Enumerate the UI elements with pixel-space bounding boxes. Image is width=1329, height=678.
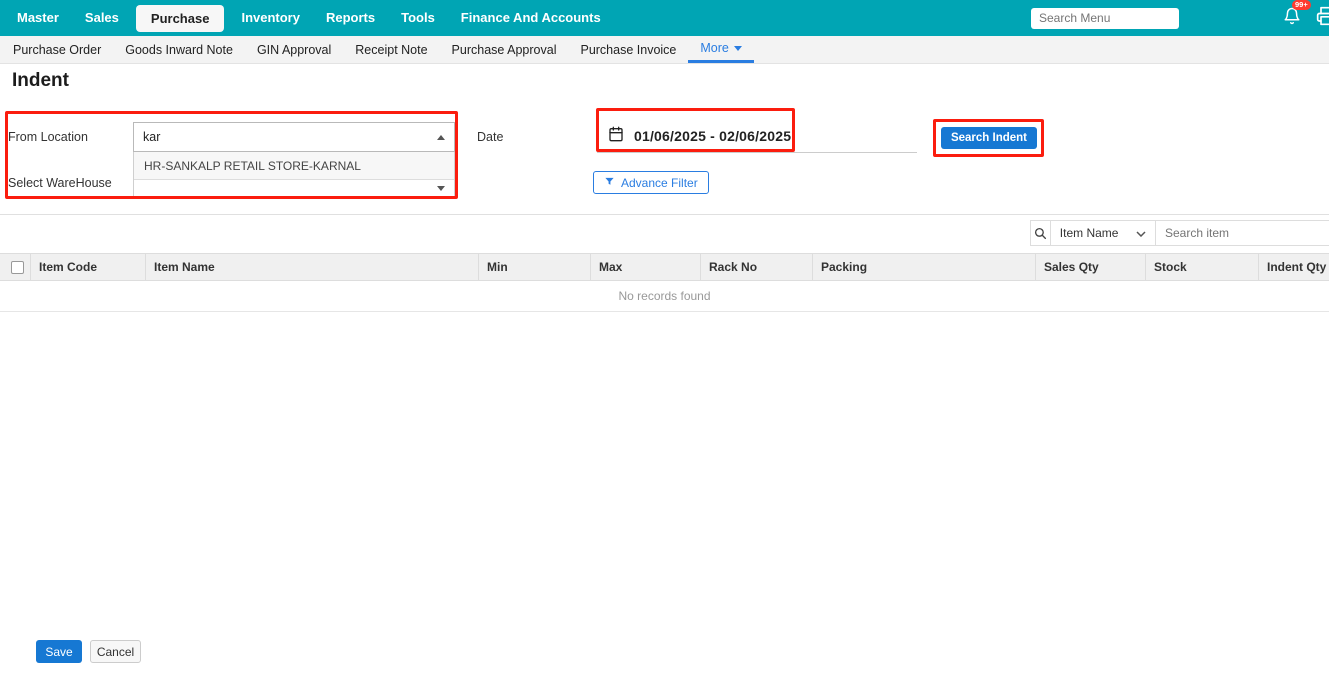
chevron-up-icon bbox=[437, 135, 445, 140]
save-button[interactable]: Save bbox=[36, 640, 82, 663]
subnav-receipt-note[interactable]: Receipt Note bbox=[343, 36, 439, 63]
app-screen: Master Sales Purchase Inventory Reports … bbox=[0, 0, 1329, 678]
notifications-button[interactable]: 99+ bbox=[1283, 6, 1301, 31]
purchase-subnav: Purchase Order Goods Inward Note GIN App… bbox=[0, 36, 1329, 64]
header-checkbox-cell bbox=[0, 254, 30, 280]
printer-button[interactable] bbox=[1315, 6, 1329, 31]
printer-icon bbox=[1315, 13, 1329, 30]
nav-sales[interactable]: Sales bbox=[72, 0, 132, 36]
chevron-down-icon bbox=[734, 46, 742, 51]
column-header-max: Max bbox=[590, 254, 700, 280]
top-navbar: Master Sales Purchase Inventory Reports … bbox=[0, 0, 1329, 36]
subnav-purchase-approval[interactable]: Purchase Approval bbox=[440, 36, 569, 63]
subnav-more-label: More bbox=[700, 41, 728, 55]
location-option-karnal[interactable]: HR-SANKALP RETAIL STORE-KARNAL bbox=[134, 152, 454, 180]
from-location-value: kar bbox=[143, 130, 160, 144]
search-field-value: Item Name bbox=[1060, 226, 1119, 240]
page-title: Indent bbox=[12, 70, 69, 92]
column-header-indent-qty: Indent Qty bbox=[1258, 254, 1329, 280]
table-search-toolbar: Item Name bbox=[1030, 220, 1329, 246]
date-range-value: 01/06/2025 - 02/06/2025 bbox=[634, 128, 791, 144]
advance-filter-button[interactable]: Advance Filter bbox=[593, 171, 709, 194]
empty-state-row: No records found bbox=[0, 281, 1329, 312]
column-header-min: Min bbox=[478, 254, 590, 280]
filter-icon bbox=[604, 176, 615, 190]
menu-search-input[interactable] bbox=[1031, 8, 1179, 29]
subnav-purchase-order[interactable]: Purchase Order bbox=[1, 36, 113, 63]
item-search-input[interactable] bbox=[1155, 221, 1329, 245]
nav-tools[interactable]: Tools bbox=[388, 0, 448, 36]
notification-count-badge: 99+ bbox=[1292, 0, 1311, 10]
chevron-down-icon bbox=[437, 186, 445, 191]
select-all-checkbox[interactable] bbox=[11, 261, 24, 274]
column-header-item-code: Item Code bbox=[30, 254, 145, 280]
nav-inventory[interactable]: Inventory bbox=[228, 0, 313, 36]
search-icon bbox=[1031, 221, 1050, 245]
subnav-purchase-invoice[interactable]: Purchase Invoice bbox=[568, 36, 688, 63]
nav-reports[interactable]: Reports bbox=[313, 0, 388, 36]
nav-master[interactable]: Master bbox=[4, 0, 72, 36]
column-header-item-name: Item Name bbox=[145, 254, 478, 280]
topnav-right: 99+ bbox=[1031, 6, 1329, 31]
from-location-input[interactable]: kar bbox=[133, 122, 455, 152]
search-indent-button[interactable]: Search Indent bbox=[941, 127, 1037, 149]
nav-purchase[interactable]: Purchase bbox=[136, 5, 225, 32]
from-location-dropdown: HR-SANKALP RETAIL STORE-KARNAL bbox=[133, 152, 455, 197]
column-header-sales-qty: Sales Qty bbox=[1035, 254, 1145, 280]
indent-items-table: Item Code Item Name Min Max Rack No Pack… bbox=[0, 253, 1329, 312]
search-field-dropdown[interactable]: Item Name bbox=[1050, 221, 1155, 245]
calendar-icon bbox=[608, 126, 624, 147]
table-header-row: Item Code Item Name Min Max Rack No Pack… bbox=[0, 253, 1329, 281]
select-warehouse-label: Select WareHouse bbox=[8, 176, 112, 190]
subnav-goods-inward-note[interactable]: Goods Inward Note bbox=[113, 36, 245, 63]
nav-finance-and-accounts[interactable]: Finance And Accounts bbox=[448, 0, 614, 36]
date-range-picker[interactable]: 01/06/2025 - 02/06/2025 bbox=[597, 120, 917, 153]
bell-icon bbox=[1283, 13, 1301, 30]
no-records-message: No records found bbox=[618, 289, 710, 303]
main-menu: Master Sales Purchase Inventory Reports … bbox=[0, 0, 614, 36]
chevron-down-icon bbox=[1136, 226, 1146, 240]
subnav-more[interactable]: More bbox=[688, 36, 753, 63]
section-divider bbox=[0, 214, 1329, 215]
warehouse-select[interactable] bbox=[134, 180, 454, 196]
column-header-packing: Packing bbox=[812, 254, 1035, 280]
date-label: Date bbox=[477, 130, 503, 144]
column-header-rack-no: Rack No bbox=[700, 254, 812, 280]
column-header-stock: Stock bbox=[1145, 254, 1258, 280]
advance-filter-label: Advance Filter bbox=[621, 176, 698, 190]
cancel-button[interactable]: Cancel bbox=[90, 640, 141, 663]
subnav-gin-approval[interactable]: GIN Approval bbox=[245, 36, 343, 63]
from-location-combobox: kar HR-SANKALP RETAIL STORE-KARNAL bbox=[133, 122, 455, 197]
from-location-label: From Location bbox=[8, 130, 88, 144]
